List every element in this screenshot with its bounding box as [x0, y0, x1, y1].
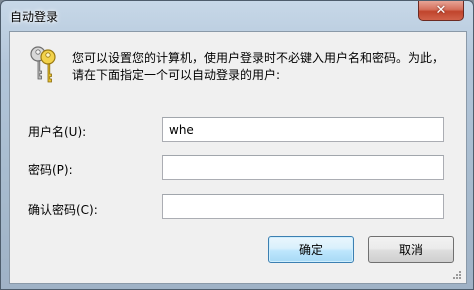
close-button[interactable]: ✕ [418, 1, 464, 21]
password-label: 密码(P): [28, 163, 73, 177]
keys-icon [30, 46, 56, 83]
title-bar[interactable]: 自动登录 ✕ [1, 1, 473, 31]
resize-grip-icon[interactable] [452, 270, 462, 280]
password-field[interactable] [162, 155, 444, 180]
description-text: 您可以设置您的计算机，使用户登录时不必键入用户名和密码。为此， 请在下面指定一个… [72, 50, 462, 84]
description-line-2: 请在下面指定一个可以自动登录的用户: [72, 68, 281, 82]
close-icon: ✕ [435, 3, 447, 18]
dialog-client-area: 您可以设置您的计算机，使用户登录时不必键入用户名和密码。为此， 请在下面指定一个… [9, 31, 467, 284]
auto-logon-dialog: 自动登录 ✕ 您可以设置您的计算机，使用户登录时不必键入用户名和密码。为此， 请… [0, 0, 474, 290]
username-field[interactable] [162, 117, 444, 142]
confirm-password-label: 确认密码(C): [28, 203, 98, 217]
confirm-password-field[interactable] [162, 194, 444, 219]
cancel-button[interactable]: 取消 [368, 236, 454, 263]
description-line-1: 您可以设置您的计算机，使用户登录时不必键入用户名和密码。为此， [72, 51, 445, 65]
username-label: 用户名(U): [28, 125, 87, 139]
window-title: 自动登录 [10, 10, 59, 24]
ok-button[interactable]: 确定 [268, 236, 354, 263]
